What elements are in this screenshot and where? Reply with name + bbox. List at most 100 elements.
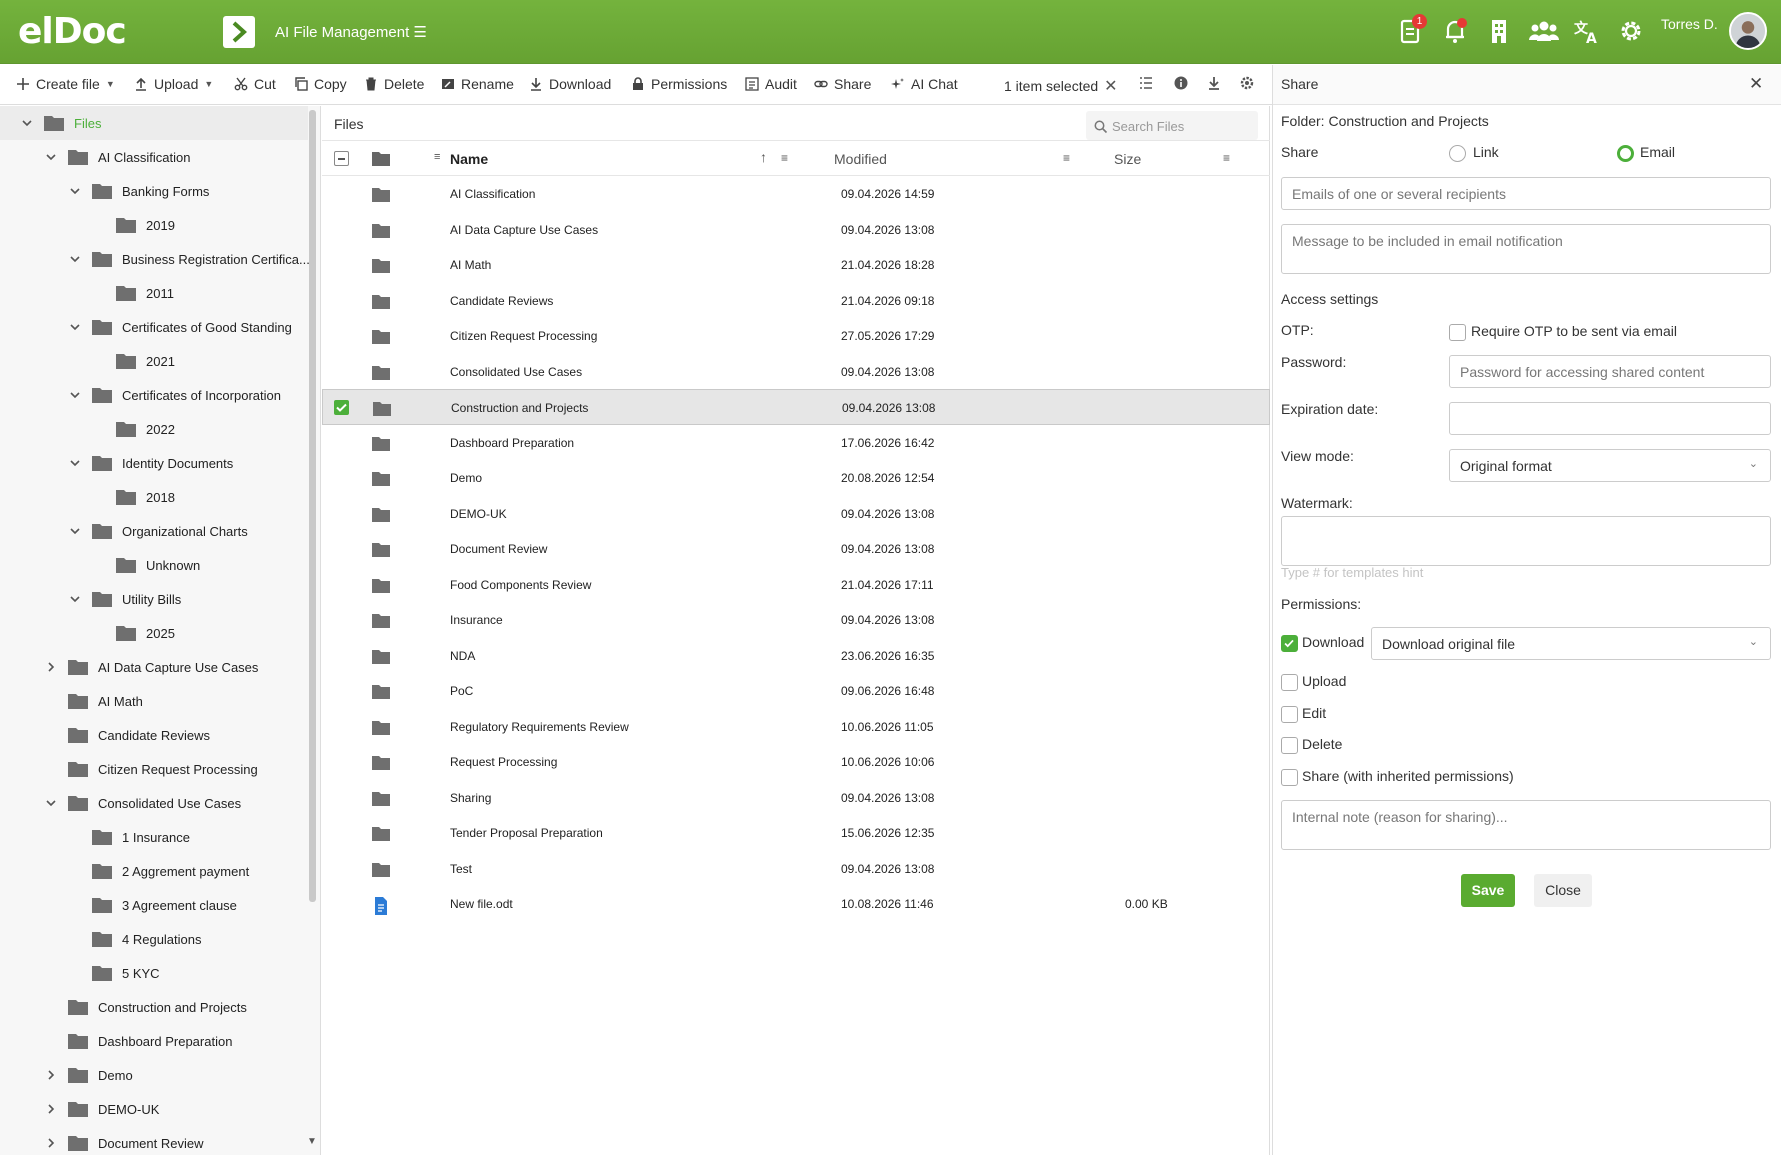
cut-button[interactable]: Cut xyxy=(234,76,276,92)
tree-item[interactable]: DEMO-UK xyxy=(44,1092,159,1126)
tree-item[interactable]: Certificates of Good Standing xyxy=(68,310,292,344)
table-row[interactable]: AI Classification 09.04.2026 14:59 xyxy=(322,176,1270,212)
table-row[interactable]: Sharing 09.04.2026 13:08 xyxy=(322,780,1270,816)
table-row[interactable]: AI Math 21.04.2026 18:28 xyxy=(322,247,1270,283)
tree-item[interactable]: AI Classification xyxy=(44,140,190,174)
tree-item[interactable]: 2019 xyxy=(92,208,175,242)
chevron-down-icon[interactable] xyxy=(68,592,82,606)
tree-item[interactable]: 4 Regulations xyxy=(68,922,202,956)
email-radio-label[interactable]: Email xyxy=(1640,144,1675,160)
chevron-down-icon[interactable] xyxy=(68,320,82,334)
chevron-right-icon[interactable] xyxy=(44,660,58,674)
tree-item[interactable]: Identity Documents xyxy=(68,446,233,480)
column-modified[interactable]: Modified xyxy=(834,151,887,167)
tree-item[interactable]: Certificates of Incorporation xyxy=(68,378,281,412)
expiration-date-field[interactable] xyxy=(1449,402,1771,435)
row-checkbox[interactable] xyxy=(334,400,349,415)
gear-icon[interactable] xyxy=(1616,16,1646,46)
table-row[interactable]: DEMO-UK 09.04.2026 13:08 xyxy=(322,496,1270,532)
internal-note-field[interactable]: Internal note (reason for sharing)... xyxy=(1281,800,1771,850)
download-mode-select[interactable]: Download original file ⌄ xyxy=(1371,627,1771,660)
rename-button[interactable]: Rename xyxy=(441,76,514,92)
users-icon[interactable] xyxy=(1527,16,1561,46)
table-row[interactable]: Dashboard Preparation 17.06.2026 16:42 xyxy=(322,425,1270,461)
table-row[interactable]: Regulatory Requirements Review 10.06.2026… xyxy=(322,709,1270,745)
tree-root-files[interactable]: Files xyxy=(20,106,101,140)
user-name[interactable]: Torres D. xyxy=(1661,16,1718,32)
table-row[interactable]: Demo 20.08.2026 12:54 xyxy=(322,460,1270,496)
tree-item[interactable]: 2 Aggrement payment xyxy=(68,854,249,888)
delete-button[interactable]: Delete xyxy=(364,76,424,92)
table-row[interactable]: New file.odt 10.08.2026 11:46 0.00 KB xyxy=(322,886,1270,922)
download-checkbox[interactable] xyxy=(1281,635,1298,652)
tree-item[interactable]: Document Review xyxy=(44,1126,204,1155)
chevron-down-icon[interactable] xyxy=(68,524,82,538)
table-row[interactable]: Insurance 09.04.2026 13:08 xyxy=(322,602,1270,638)
tree-scrollbar[interactable] xyxy=(309,110,316,902)
otp-checkbox[interactable] xyxy=(1449,324,1466,341)
app-title-menu[interactable]: AI File Management ☰ xyxy=(275,23,427,41)
clear-selection-icon[interactable]: ✕ xyxy=(1104,76,1117,96)
tree-item[interactable]: 5 KYC xyxy=(68,956,160,990)
ai-chat-button[interactable]: AI Chat xyxy=(891,76,958,92)
chevron-right-icon[interactable] xyxy=(44,1136,58,1150)
chevron-down-icon[interactable] xyxy=(68,388,82,402)
link-radio-label[interactable]: Link xyxy=(1473,144,1499,160)
copy-button[interactable]: Copy xyxy=(294,76,347,92)
chevron-down-icon[interactable] xyxy=(68,184,82,198)
tree-item[interactable]: 1 Insurance xyxy=(68,820,190,854)
chevron-right-icon[interactable] xyxy=(44,1102,58,1116)
tree-item[interactable]: Banking Forms xyxy=(68,174,209,208)
edit-checkbox[interactable] xyxy=(1281,706,1298,723)
delete-permission-label[interactable]: Delete xyxy=(1302,736,1342,752)
audit-button[interactable]: Audit xyxy=(745,76,797,92)
table-row[interactable]: AI Data Capture Use Cases 09.04.2026 13:0… xyxy=(322,212,1270,248)
table-row[interactable]: Food Components Review 21.04.2026 17:11 xyxy=(322,567,1270,603)
name-menu-icon[interactable]: ≡ xyxy=(781,151,788,165)
info-icon[interactable] xyxy=(1174,76,1188,90)
chevron-right-icon[interactable] xyxy=(44,1068,58,1082)
share-permission-label[interactable]: Share (with inherited permissions) xyxy=(1302,768,1514,784)
permissions-button[interactable]: Permissions xyxy=(631,76,727,92)
tree-item[interactable]: 2022 xyxy=(92,412,175,446)
share-checkbox[interactable] xyxy=(1281,769,1298,786)
close-icon[interactable]: ✕ xyxy=(1749,74,1763,94)
tree-item[interactable]: Unknown xyxy=(92,548,200,582)
table-row[interactable]: Consolidated Use Cases 09.04.2026 13:08 xyxy=(322,354,1270,390)
export-icon[interactable] xyxy=(1207,76,1221,90)
otp-option-label[interactable]: Require OTP to be sent via email xyxy=(1471,323,1677,339)
settings-icon[interactable] xyxy=(1240,76,1254,90)
user-avatar[interactable] xyxy=(1729,12,1767,50)
scroll-down-icon[interactable]: ▼ xyxy=(307,1136,317,1147)
tree-item[interactable]: Citizen Request Processing xyxy=(44,752,258,786)
tree-item[interactable]: 2025 xyxy=(92,616,175,650)
tasks-icon[interactable]: 1 xyxy=(1396,14,1427,46)
table-row[interactable]: Tender Proposal Preparation 15.06.2026 12… xyxy=(322,815,1270,851)
table-row[interactable]: Construction and Projects 09.04.2026 13:0… xyxy=(322,389,1270,425)
tree-item[interactable]: Dashboard Preparation xyxy=(44,1024,232,1058)
download-permission-label[interactable]: Download xyxy=(1302,634,1364,650)
share-button[interactable]: Share xyxy=(814,76,871,92)
bell-icon[interactable] xyxy=(1440,16,1470,46)
tree-item[interactable]: 2011 xyxy=(92,276,174,310)
tree-item[interactable]: AI Math xyxy=(44,684,143,718)
email-radio[interactable] xyxy=(1617,145,1634,162)
tree-item[interactable]: 3 Agreement clause xyxy=(68,888,237,922)
column-name[interactable]: Name xyxy=(450,151,488,167)
chevron-down-icon[interactable] xyxy=(20,116,34,130)
close-button[interactable]: Close xyxy=(1534,874,1592,907)
expand-menu-icon[interactable] xyxy=(223,16,255,48)
tree-item[interactable]: Candidate Reviews xyxy=(44,718,210,752)
create-file-button[interactable]: Create file ▼ xyxy=(16,76,115,92)
column-size[interactable]: Size xyxy=(1114,151,1141,167)
table-row[interactable]: PoC 09.06.2026 16:48 xyxy=(322,673,1270,709)
chevron-down-icon[interactable] xyxy=(44,150,58,164)
edit-permission-label[interactable]: Edit xyxy=(1302,705,1326,721)
sort-asc-icon[interactable]: ↑ xyxy=(760,149,767,165)
chevron-down-icon[interactable] xyxy=(68,456,82,470)
delete-checkbox[interactable] xyxy=(1281,737,1298,754)
table-row[interactable]: Document Review 09.04.2026 13:08 xyxy=(322,531,1270,567)
table-row[interactable]: Citizen Request Processing 27.05.2026 17:… xyxy=(322,318,1270,354)
translate-icon[interactable]: 文A xyxy=(1572,16,1602,47)
chevron-down-icon[interactable] xyxy=(68,252,82,266)
